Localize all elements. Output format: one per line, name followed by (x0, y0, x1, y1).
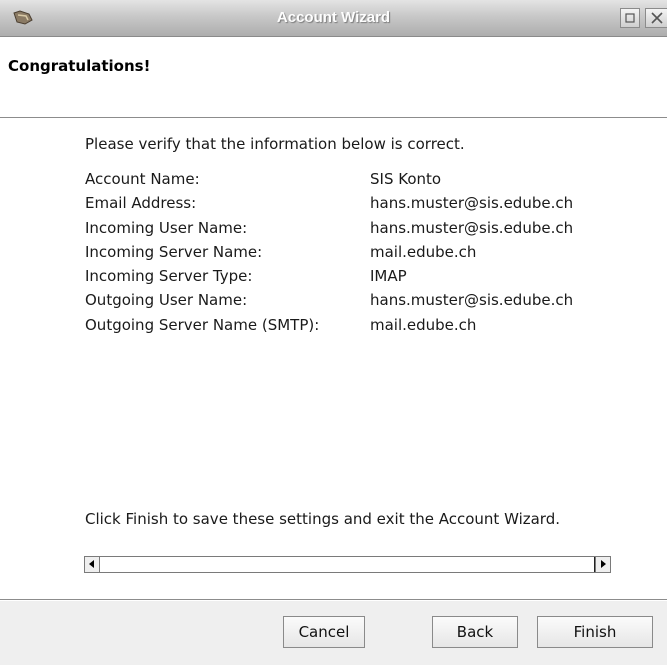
title-bar[interactable]: Account Wizard (0, 0, 667, 37)
summary-key: Account Name: (85, 170, 200, 188)
arrow-right-icon (601, 560, 606, 568)
scroll-right-button[interactable] (595, 557, 610, 572)
account-wizard-window: Account Wizard Congratulations! Please v… (0, 0, 667, 665)
maximize-icon (625, 13, 635, 23)
arrow-left-icon (89, 560, 94, 568)
summary-key: Incoming User Name: (85, 218, 248, 237)
finish-button[interactable]: Finish (537, 616, 653, 648)
close-icon (651, 12, 663, 24)
wizard-header: Congratulations! (0, 37, 667, 117)
summary-value: IMAP (370, 267, 407, 286)
summary-key: Incoming Server Type: (85, 267, 253, 286)
horizontal-scrollbar[interactable] (84, 556, 611, 573)
summary-value: SIS Konto (370, 170, 442, 188)
summary-value: mail.edube.ch (370, 242, 477, 261)
cancel-button[interactable]: Cancel (283, 616, 365, 648)
wizard-footer: Cancel Back Finish (0, 601, 667, 665)
summary-key: Outgoing User Name: (85, 291, 248, 310)
summary-key: Incoming Server Name: (85, 242, 263, 261)
summary-key: Email Address: (85, 194, 197, 213)
summary-value: hans.muster@sis.edube.ch (370, 291, 574, 310)
maximize-button[interactable] (620, 8, 640, 28)
window-title: Account Wizard (276, 9, 391, 26)
summary-value: mail.edube.ch (370, 315, 477, 334)
scroll-left-button[interactable] (85, 557, 100, 572)
wizard-content: Please verify that the information below… (0, 119, 667, 599)
intro-text: Please verify that the information below… (85, 135, 465, 153)
finish-instructions: Click Finish to save these settings and … (85, 510, 560, 528)
summary-value: hans.muster@sis.edube.ch (370, 218, 574, 237)
summary-key: Outgoing Server Name (SMTP): (85, 315, 320, 334)
back-button[interactable]: Back (432, 616, 518, 648)
summary-value: hans.muster@sis.edube.ch (370, 194, 574, 213)
close-button[interactable] (645, 8, 667, 28)
scrollbar-track[interactable] (100, 557, 595, 572)
page-title: Congratulations! (8, 57, 151, 75)
